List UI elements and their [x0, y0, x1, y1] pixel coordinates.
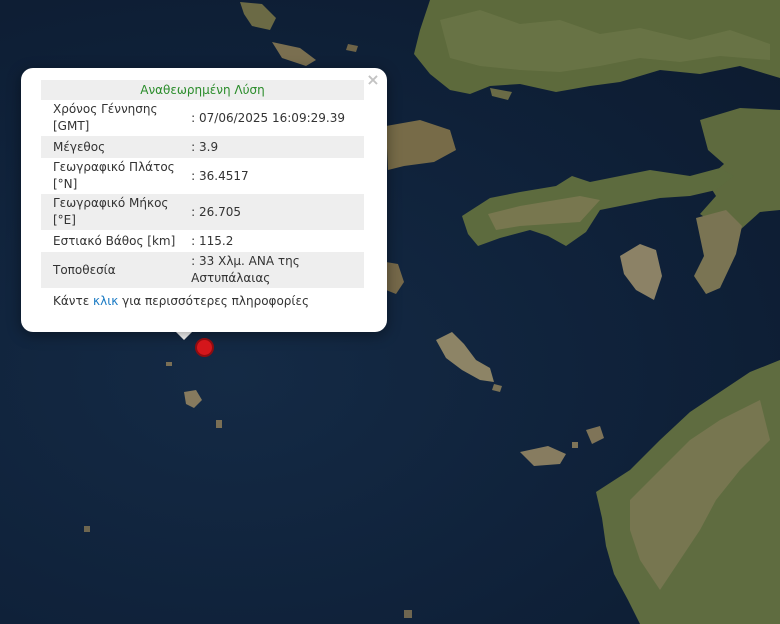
latitude-value: : 36.4517 — [191, 168, 249, 183]
more-info-line: Κάντε κλικ για περισσότερες πληροφορίες — [41, 293, 367, 309]
close-button[interactable]: × — [365, 72, 381, 88]
depth-value: : 115.2 — [191, 233, 234, 248]
map-view[interactable]: × Αναθεωρημένη Λύση Χρόνος Γέννησης [GMT… — [0, 0, 780, 624]
island — [386, 120, 456, 170]
info-row-magnitude: Μέγεθος : 3.9 — [41, 136, 364, 158]
island — [240, 2, 276, 30]
solution-status-header: Αναθεωρημένη Λύση — [41, 80, 364, 100]
depth-label: Εστιακό Βάθος [km] — [53, 233, 176, 248]
origin-time-label: Χρόνος Γέννησης [GMT] — [53, 102, 158, 133]
info-row-location: Τοποθεσία : 33 Χλμ. ΑΝΑ της Αστυπάλαιας — [41, 252, 364, 288]
island — [346, 44, 358, 52]
mainland-coast — [700, 108, 780, 230]
latitude-label: Γεωγραφικό Πλάτος [°N] — [53, 160, 175, 191]
longitude-label: Γεωγραφικό Μήκος [°E] — [41, 194, 192, 230]
info-row-depth: Εστιακό Βάθος [km] : 115.2 — [41, 230, 364, 252]
info-header-row: Αναθεωρημένη Λύση — [41, 80, 364, 100]
longitude-value: : 26.705 — [191, 194, 364, 230]
origin-time-value: : 07/06/2025 16:09:29.39 — [191, 110, 345, 125]
info-row-latitude: Γεωγραφικό Πλάτος [°N] : 36.4517 — [41, 158, 364, 194]
earthquake-popup: × Αναθεωρημένη Λύση Χρόνος Γέννησης [GMT… — [21, 68, 387, 332]
earthquake-epicenter-marker-icon[interactable] — [195, 338, 214, 357]
earthquake-info-table: Αναθεωρημένη Λύση Χρόνος Γέννησης [GMT] … — [41, 80, 364, 288]
info-row-longitude: Γεωγραφικό Μήκος [°E] : 26.705 — [41, 194, 364, 230]
island — [620, 244, 662, 300]
island — [386, 262, 404, 294]
island — [694, 210, 742, 294]
more-info-prefix: Κάντε — [53, 294, 94, 308]
magnitude-label: Μέγεθος — [41, 136, 192, 158]
location-value: : 33 Χλμ. ΑΝΑ της Αστυπάλαιας — [191, 252, 364, 288]
island — [436, 332, 494, 382]
location-label: Τοποθεσία — [41, 252, 192, 288]
island — [520, 446, 566, 466]
info-row-origin-time: Χρόνος Γέννησης [GMT] : 07/06/2025 16:09… — [41, 100, 364, 136]
islet — [184, 390, 202, 408]
island — [272, 42, 316, 66]
island-kos — [462, 168, 734, 246]
more-info-link[interactable]: κλικ — [93, 294, 118, 308]
more-info-suffix: για περισσότερες πληροφορίες — [118, 294, 309, 308]
magnitude-value: : 3.9 — [191, 136, 364, 158]
